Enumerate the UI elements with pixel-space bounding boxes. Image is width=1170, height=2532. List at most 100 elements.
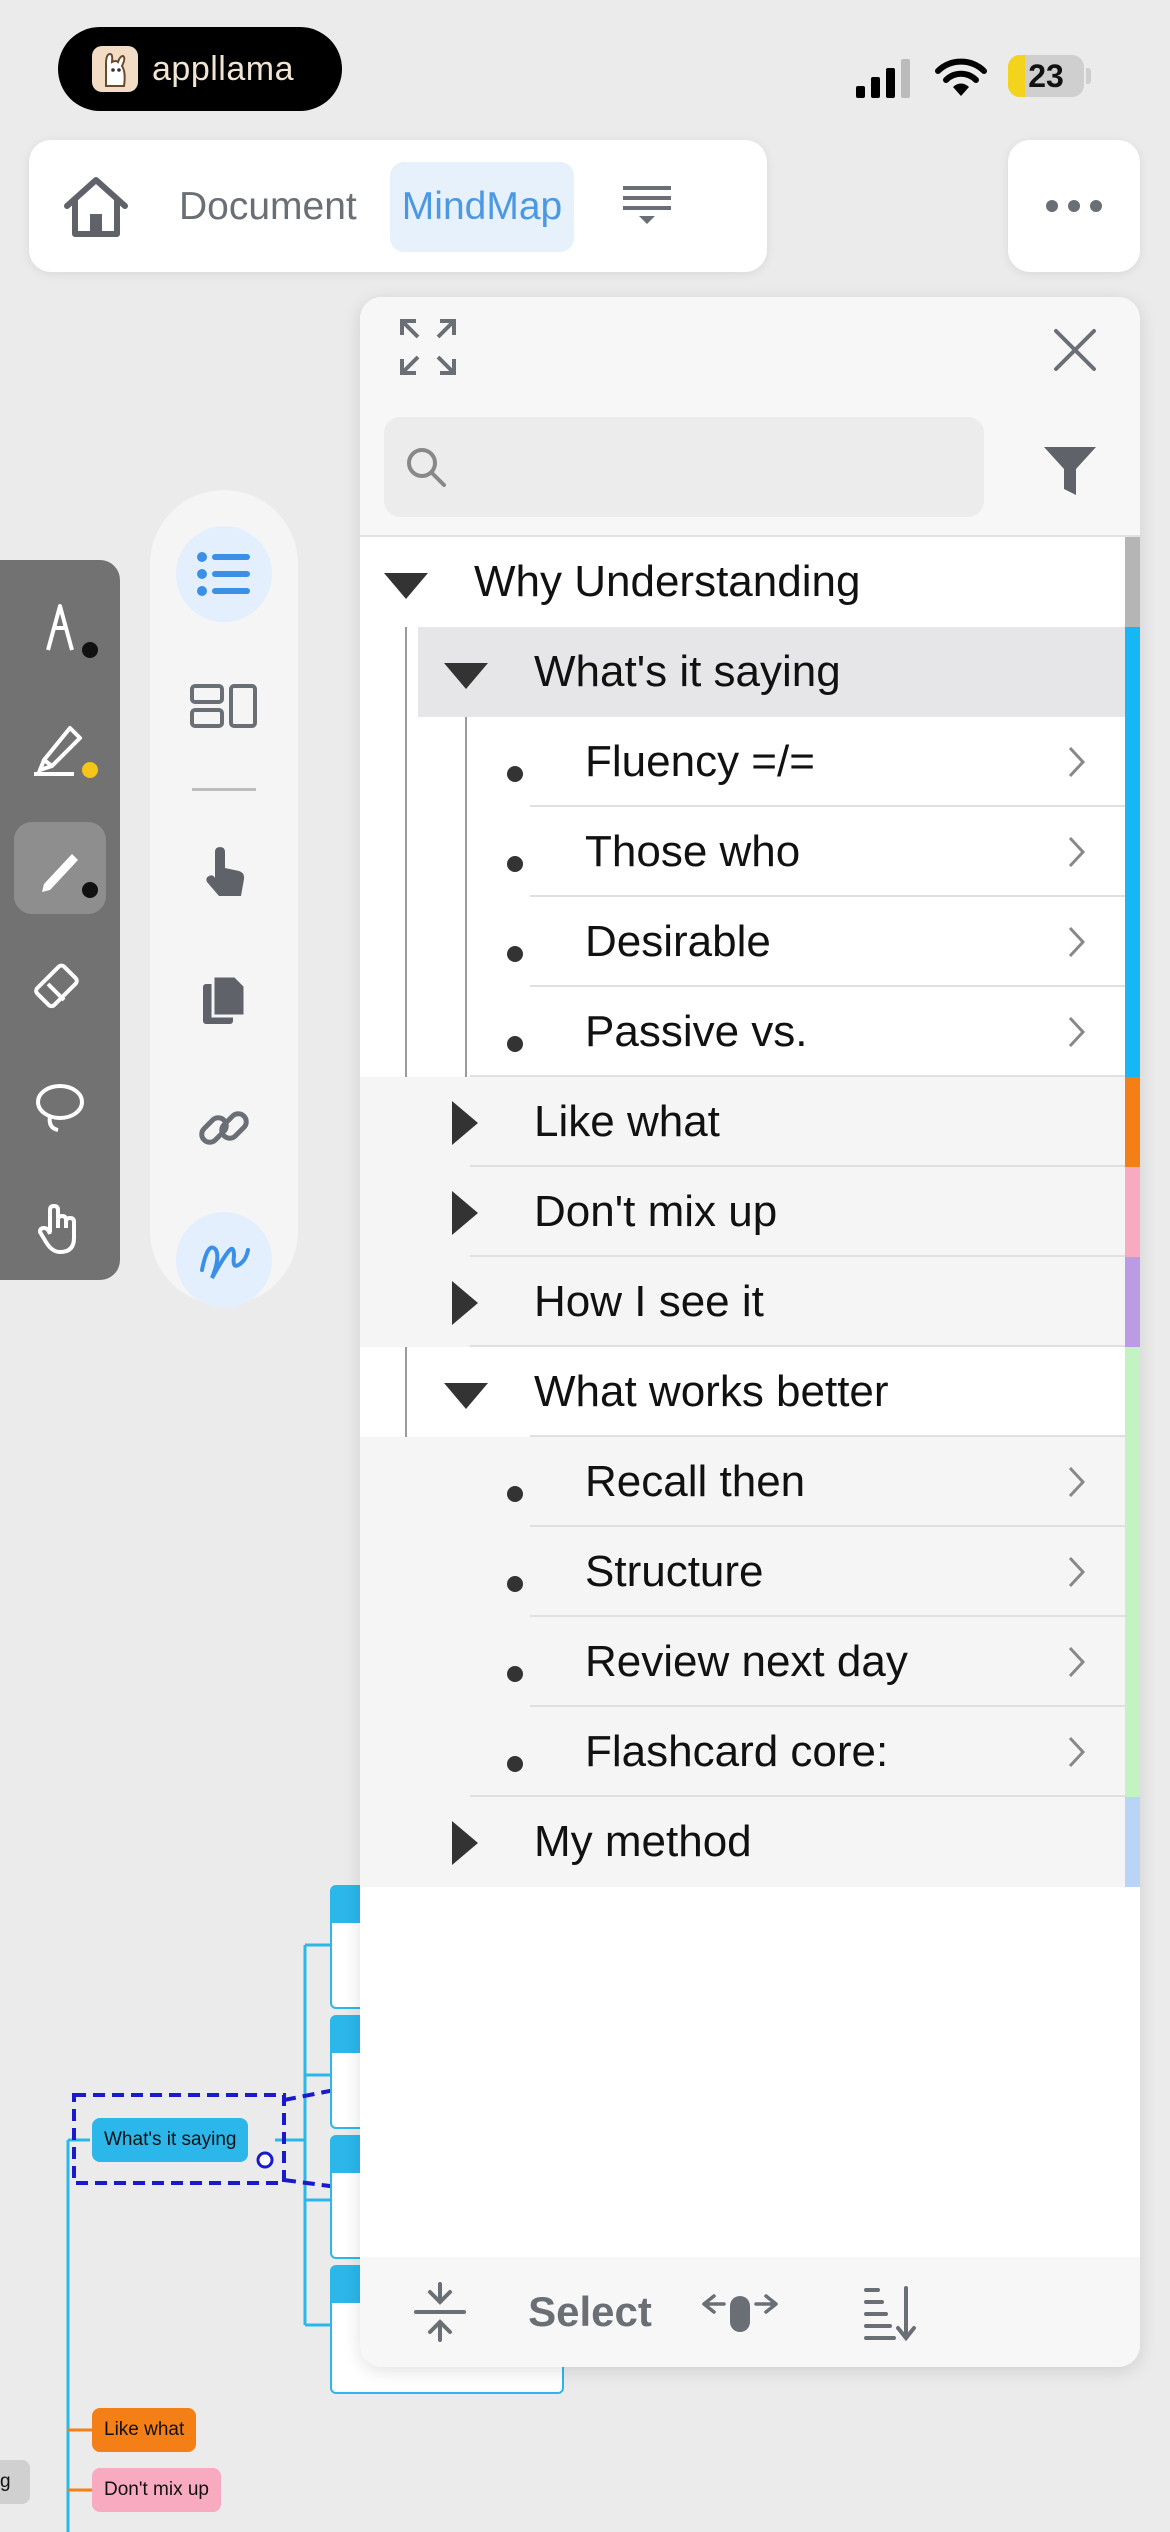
collapse-triangle-icon[interactable] <box>444 1383 488 1409</box>
outline-row[interactable]: How I see it <box>360 1257 1125 1347</box>
mindmap-node-whats-it-saying[interactable]: What's it saying <box>92 2118 249 2162</box>
scribble-icon[interactable] <box>176 1212 272 1308</box>
bullet-icon <box>507 766 523 782</box>
cellular-signal-icon <box>856 58 912 103</box>
mindmap-node-partial[interactable]: g <box>0 2460 30 2504</box>
search-input[interactable] <box>464 417 968 519</box>
collapse-triangle-icon[interactable] <box>444 663 488 689</box>
more-button[interactable] <box>1008 140 1140 272</box>
tab-document[interactable]: Document <box>179 162 357 252</box>
brand-name: appllama <box>152 49 294 88</box>
chevron-right-icon[interactable] <box>1067 1464 1087 1500</box>
top-nav: Document MindMap <box>29 140 767 272</box>
outline-row[interactable]: Why Understanding <box>360 537 1125 627</box>
mindmap-node-dont-mix-up[interactable]: Don't mix up <box>92 2468 222 2512</box>
pointer-icon[interactable] <box>176 824 272 920</box>
highlighter-icon[interactable] <box>14 702 106 794</box>
drawing-toolbar <box>0 560 120 1280</box>
sort-icon[interactable] <box>840 2257 940 2367</box>
chevron-right-icon[interactable] <box>1067 1734 1087 1770</box>
branch-band-like-what <box>1125 1077 1140 1167</box>
select-label: Select <box>528 2288 652 2335</box>
outline-row[interactable]: Flashcard core: <box>360 1707 1125 1797</box>
outline-row-label: Review next day <box>585 1637 908 1686</box>
pen-icon[interactable] <box>14 582 106 674</box>
outline-row-label: Recall then <box>585 1457 806 1506</box>
outline-row-label: Don't mix up <box>534 1187 778 1236</box>
chevron-right-icon[interactable] <box>1067 1644 1087 1680</box>
layout-icon[interactable] <box>176 658 272 754</box>
outline-row[interactable]: Those who <box>360 807 1125 897</box>
close-icon[interactable] <box>1050 325 1100 380</box>
bullet-icon <box>507 1756 523 1772</box>
outline-row-selected[interactable]: What's it saying <box>360 627 1125 717</box>
expand-collapse-icon[interactable] <box>400 2257 480 2367</box>
outline-row[interactable]: Desirable <box>360 897 1125 987</box>
outline-row[interactable]: Structure <box>360 1527 1125 1617</box>
bullet-icon <box>507 1666 523 1682</box>
expand-icon[interactable] <box>398 317 458 382</box>
branch-band-how-i-see-it <box>1125 1257 1140 1347</box>
outline-row[interactable]: My method <box>360 1797 1125 1887</box>
search-field[interactable] <box>384 417 984 519</box>
outline-row[interactable]: Recall then <box>360 1437 1125 1527</box>
filter-icon[interactable] <box>1042 443 1098 504</box>
outline-row-label: Passive vs. <box>585 1007 808 1056</box>
outline-row-label: Those who <box>585 827 801 876</box>
bullet-icon <box>507 1576 523 1592</box>
outline-row-label: Flashcard core: <box>585 1727 889 1776</box>
expand-triangle-icon[interactable] <box>452 1101 478 1145</box>
bullet-icon <box>507 856 523 872</box>
branch-band-whats-it-saying <box>1125 627 1140 1077</box>
dropdown-lines-icon[interactable] <box>619 178 675 234</box>
outline-row[interactable]: Passive vs. <box>360 987 1125 1077</box>
list-icon[interactable] <box>176 526 272 622</box>
outline-row[interactable]: Like what <box>360 1077 1125 1167</box>
drag-handle-icon[interactable] <box>690 2257 790 2367</box>
chevron-right-icon[interactable] <box>1067 1554 1087 1590</box>
mindmap-node-like-what[interactable]: Like what <box>92 2408 197 2452</box>
expand-triangle-icon[interactable] <box>452 1821 478 1865</box>
outline-row-label: My method <box>534 1817 752 1866</box>
chevron-right-icon[interactable] <box>1067 924 1087 960</box>
branch-band-what-works-better <box>1125 1347 1140 1797</box>
outline-row-label: Fluency =/= <box>585 737 815 786</box>
search-icon <box>404 445 450 496</box>
bullet-icon <box>507 1036 523 1052</box>
link-icon[interactable] <box>176 1080 272 1176</box>
pen-color-dot <box>82 642 98 658</box>
outline-row[interactable]: Review next day <box>360 1617 1125 1707</box>
llama-logo-icon <box>92 46 138 92</box>
expand-triangle-icon[interactable] <box>452 1191 478 1235</box>
branch-band-my-method <box>1125 1797 1140 1887</box>
document-icon[interactable] <box>176 952 272 1048</box>
home-icon[interactable] <box>59 170 133 244</box>
app-logo-badge: appllama <box>58 27 342 111</box>
battery-cap <box>1086 68 1091 84</box>
chevron-right-icon[interactable] <box>1067 834 1087 870</box>
outline-row[interactable]: Don't mix up <box>360 1167 1125 1257</box>
chevron-right-icon[interactable] <box>1067 744 1087 780</box>
outline-row-label: How I see it <box>534 1277 764 1326</box>
outline-tree: Why Understanding What's it saying Fluen… <box>360 537 1140 1887</box>
outline-row-label: What works better <box>534 1367 889 1416</box>
select-button[interactable]: Select <box>510 2257 670 2367</box>
chevron-right-icon[interactable] <box>1067 1014 1087 1050</box>
outline-row-label: Desirable <box>585 917 771 966</box>
ellipsis-icon <box>1046 200 1058 212</box>
bullet-icon <box>507 1486 523 1502</box>
pencil-icon[interactable] <box>14 822 106 914</box>
lasso-icon[interactable] <box>14 1062 106 1154</box>
outline-row[interactable]: Fluency =/= <box>360 717 1125 807</box>
outline-panel: Why Understanding What's it saying Fluen… <box>360 297 1140 2367</box>
battery-percent: 23 <box>1028 58 1064 94</box>
expand-triangle-icon[interactable] <box>452 1281 478 1325</box>
eraser-icon[interactable] <box>14 942 106 1034</box>
tab-mindmap[interactable]: MindMap <box>390 162 574 252</box>
collapse-triangle-icon[interactable] <box>384 573 428 599</box>
wifi-icon <box>934 56 988 103</box>
branch-band-root <box>1125 537 1140 627</box>
highlighter-color-dot <box>82 762 98 778</box>
hand-icon[interactable] <box>14 1182 106 1274</box>
outline-row[interactable]: What works better <box>360 1347 1125 1437</box>
